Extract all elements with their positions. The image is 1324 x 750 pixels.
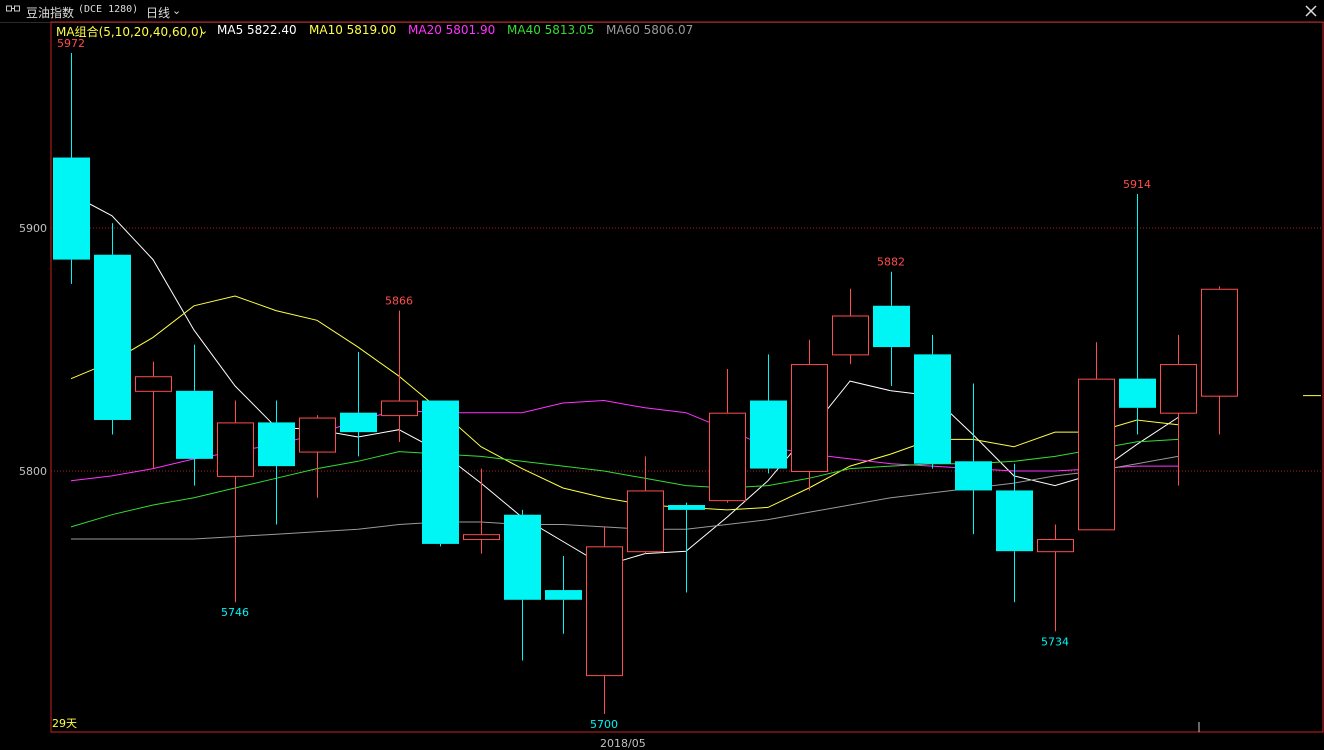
candle-body-up — [299, 417, 336, 453]
candle — [299, 415, 336, 498]
candle — [750, 354, 787, 474]
candles — [53, 53, 1321, 732]
candle-body-up — [1078, 378, 1115, 531]
candle — [53, 53, 90, 284]
candle-body-up — [832, 315, 869, 356]
price-annotation-high: 5882 — [877, 256, 905, 269]
candle — [135, 361, 172, 469]
candle — [422, 400, 459, 547]
candle — [258, 400, 295, 525]
candle-body-down — [53, 157, 90, 260]
candle-body-up — [586, 546, 623, 677]
price-annotation-high: 5972 — [57, 37, 85, 50]
candle-body-down — [545, 590, 582, 600]
candle — [955, 383, 992, 535]
candle-body-up — [135, 376, 172, 392]
candle — [504, 509, 541, 661]
candle — [832, 288, 869, 365]
price-annotation-low: 5700 — [590, 718, 618, 731]
candle-body-down — [504, 514, 541, 600]
candle-body-up — [1160, 364, 1197, 414]
price-annotation-low: 5734 — [1041, 635, 1069, 648]
candle — [1037, 524, 1074, 632]
candle-body-down — [914, 354, 951, 464]
candle-body-down — [873, 305, 910, 348]
candle — [217, 400, 254, 603]
candle-body-down — [258, 422, 295, 467]
y-axis-labels: 5800 5900 — [19, 222, 47, 478]
candle-body-up — [463, 534, 500, 541]
candle — [1119, 193, 1156, 435]
price-annotation-high: 5914 — [1123, 178, 1151, 191]
candle — [94, 223, 131, 435]
candle — [586, 526, 623, 714]
y-tick-label: 5900 — [19, 222, 47, 235]
candle — [176, 344, 213, 486]
candle-body-down — [340, 412, 377, 433]
candle — [627, 456, 664, 554]
plot-border — [50, 21, 1324, 733]
candle — [873, 271, 910, 386]
candle — [1078, 342, 1115, 531]
candle-body-down — [1119, 378, 1156, 408]
ma10-line — [70, 295, 1179, 511]
candle-body-down — [750, 400, 787, 469]
price-annotation-low: 5746 — [221, 606, 249, 619]
candle — [668, 502, 705, 593]
candle — [463, 468, 500, 554]
y-tick-label: 5800 — [19, 465, 47, 478]
candlestick-chart[interactable]: 5800 5900 5972 5746 5866 5700 5882 5734 5914 29… — [0, 0, 1324, 750]
candle — [381, 310, 418, 442]
candle-body-down — [94, 254, 131, 420]
candle-body-down — [422, 400, 459, 544]
x-axis-date-label: 2018/05 — [600, 737, 646, 750]
price-annotation-high: 5866 — [385, 295, 413, 308]
candle — [709, 368, 746, 503]
chart-frame — [50, 21, 1324, 733]
candle — [914, 334, 951, 469]
candle — [1201, 286, 1238, 435]
candle-body-up — [709, 412, 746, 502]
candle-body-down — [955, 461, 992, 491]
candle-body-down — [668, 505, 705, 510]
candle — [545, 556, 582, 634]
candle-body-down — [176, 390, 213, 459]
candle — [340, 351, 377, 457]
candle — [791, 339, 828, 491]
candle — [1160, 334, 1197, 486]
days-count-label: 29天 — [52, 717, 77, 730]
candle-body-up — [627, 490, 664, 553]
candle-body-up — [791, 364, 828, 472]
candle-body-up — [381, 400, 418, 417]
candle-body-down — [996, 490, 1033, 552]
candle-body-up — [1037, 539, 1074, 553]
candle-body-up — [217, 422, 254, 477]
candle-body-up — [1201, 288, 1238, 397]
